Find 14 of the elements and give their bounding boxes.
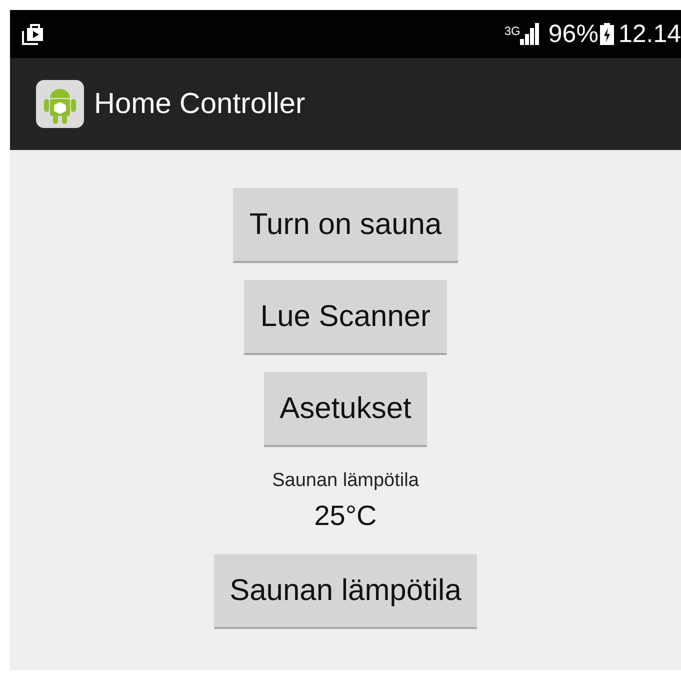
app-title: Home Controller: [94, 88, 306, 120]
action-button[interactable]: Lue Scanner: [244, 280, 447, 355]
clock-time: 12.14: [618, 20, 681, 48]
temperature-label: Saunan lämpötila: [272, 470, 419, 492]
battery-percent: 96%: [548, 20, 598, 48]
android-app-icon: [36, 80, 84, 128]
signal-icon: [520, 23, 540, 45]
action-button[interactable]: Turn on sauna: [233, 188, 458, 263]
network-type: 3G: [504, 24, 520, 38]
action-button[interactable]: Asetukset: [264, 372, 428, 447]
temperature-value: 25°C: [314, 500, 377, 532]
action-button[interactable]: Saunan lämpötila: [214, 554, 478, 629]
battery-charging-icon: [600, 23, 614, 45]
store-notification-icon: [22, 23, 44, 45]
